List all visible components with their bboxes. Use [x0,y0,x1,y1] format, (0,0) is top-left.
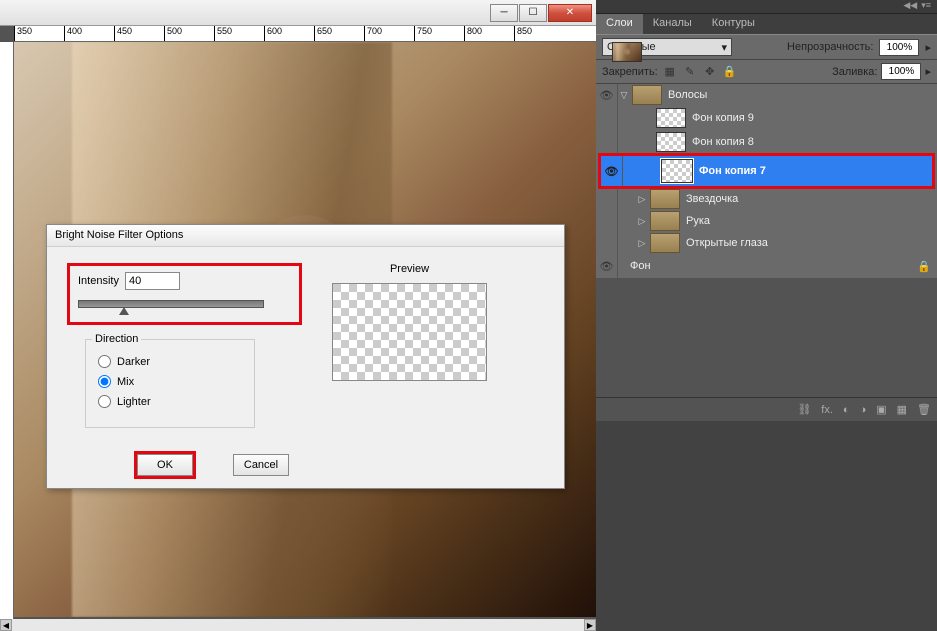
tab-paths[interactable]: Контуры [702,14,765,34]
panel-collapse-bar[interactable]: ◀◀ ▾≡ [596,0,937,14]
visibility-toggle[interactable] [596,232,618,254]
blend-opacity-row: Обычные ▾ Непрозрачность: ▸ [596,34,937,60]
opacity-slider-icon[interactable]: ▸ [925,41,931,54]
opacity-input[interactable] [879,39,919,56]
lock-position-icon[interactable]: ✥ [702,64,718,80]
layer-group-eyes[interactable]: ▷ Открытые глаза [596,232,937,254]
visibility-toggle[interactable]: 👁 [596,254,618,278]
link-layers-icon[interactable]: ⛓ [797,403,811,416]
fill-label: Заливка: [832,66,877,78]
new-layer-icon[interactable]: ▦ [897,403,907,416]
ruler-horizontal[interactable]: 3504004505005506006507007508008509009501… [14,26,596,42]
layer-thumb [612,42,642,62]
layer-copy9[interactable]: Фон копия 9 [596,106,937,130]
expand-icon[interactable]: ▷ [636,194,648,205]
tab-channels[interactable]: Каналы [643,14,702,34]
folder-icon [650,233,680,253]
lock-icon: 🔒 [917,260,937,273]
radio-mix[interactable]: Mix [98,375,242,388]
folder-icon [650,211,680,231]
mask-icon[interactable]: ◐ [843,404,850,416]
collapse-icon[interactable]: ◀◀ [903,0,917,13]
layer-group-hand[interactable]: ▷ Рука [596,210,937,232]
intensity-input[interactable] [125,272,180,290]
layer-group-star[interactable]: ▷ Звездочка [596,188,937,210]
visibility-toggle[interactable]: 👁 [601,156,623,186]
lock-label: Закрепить: [602,66,658,78]
document-titlebar: ─ ☐ ✕ [0,0,596,26]
layer-background[interactable]: 👁 Фон 🔒 [596,254,937,278]
panel-tabs: Слои Каналы Контуры [596,14,937,34]
layer-list: 👁 ▽ Волосы Фон копия 9 Фон копия 8 👁 Фон… [596,84,937,278]
fx-icon[interactable]: fx. [821,404,833,416]
layer-thumb [656,108,686,128]
ruler-vertical[interactable] [0,42,14,619]
right-panels: ◀◀ ▾≡ Слои Каналы Контуры Обычные ▾ Непр… [596,0,937,631]
visibility-toggle[interactable] [596,188,618,210]
layer-copy8[interactable]: Фон копия 8 [596,130,937,154]
adjustment-icon[interactable]: ◑ [860,404,867,416]
expand-icon[interactable]: ▷ [636,216,648,227]
minimize-button[interactable]: ─ [490,4,518,22]
visibility-toggle[interactable] [596,210,618,232]
expand-icon[interactable]: ▷ [636,238,648,249]
intensity-slider[interactable] [78,300,264,308]
radio-lighter[interactable]: Lighter [98,395,242,408]
preview-label: Preview [332,263,487,275]
new-group-icon[interactable]: ▣ [876,403,886,416]
preview-box [332,283,487,381]
dialog-title: Bright Noise Filter Options [47,225,564,247]
slider-handle-icon[interactable] [119,307,129,315]
lock-all-icon[interactable]: 🔒 [722,64,738,80]
visibility-toggle[interactable] [596,106,618,130]
folder-icon [650,189,680,209]
layer-copy7[interactable]: 👁 Фон копия 7 [601,156,932,186]
layers-toolbar: ⛓ fx. ◐ ◑ ▣ ▦ 🗑 [596,397,937,421]
panel-empty-area [596,421,937,631]
selected-layer-highlight: 👁 Фон копия 7 [598,153,935,189]
layer-thumb [656,132,686,152]
layer-group-hair[interactable]: 👁 ▽ Волосы [596,84,937,106]
canvas-area: ─ ☐ ✕ 3504004505005506006507007508008509… [0,0,596,631]
dropdown-icon: ▾ [721,41,727,54]
lock-pixels-icon[interactable]: ✎ [682,64,698,80]
fill-slider-icon[interactable]: ▸ [925,65,931,78]
intensity-label: Intensity [78,275,119,287]
expand-icon[interactable]: ▽ [618,90,630,101]
cancel-button[interactable]: Cancel [233,454,289,476]
panel-menu-icon[interactable]: ▾≡ [921,0,931,13]
fill-input[interactable] [881,63,921,80]
intensity-highlight: Intensity [67,263,302,325]
direction-group: Direction Darker Mix Lighter [85,339,255,428]
direction-legend: Direction [92,333,141,345]
visibility-toggle[interactable]: 👁 [596,84,618,106]
horizontal-scrollbar[interactable]: ◀ ▶ [0,619,596,631]
ok-button[interactable]: OK [137,454,193,476]
layer-thumb [661,159,693,183]
radio-darker[interactable]: Darker [98,355,242,368]
scroll-track[interactable] [12,619,584,631]
lock-fill-row: Закрепить: ▦ ✎ ✥ 🔒 Заливка: ▸ [596,60,937,84]
folder-icon [632,85,662,105]
scroll-right-icon[interactable]: ▶ [584,619,596,631]
trash-icon[interactable]: 🗑 [917,403,931,416]
scroll-left-icon[interactable]: ◀ [0,619,12,631]
close-button[interactable]: ✕ [548,4,592,22]
tab-layers[interactable]: Слои [596,14,643,34]
lock-transparency-icon[interactable]: ▦ [662,64,678,80]
visibility-toggle[interactable] [596,130,618,154]
opacity-label: Непрозрачность: [787,41,873,53]
maximize-button[interactable]: ☐ [519,4,547,22]
filter-dialog: Bright Noise Filter Options Intensity Di… [46,224,565,489]
